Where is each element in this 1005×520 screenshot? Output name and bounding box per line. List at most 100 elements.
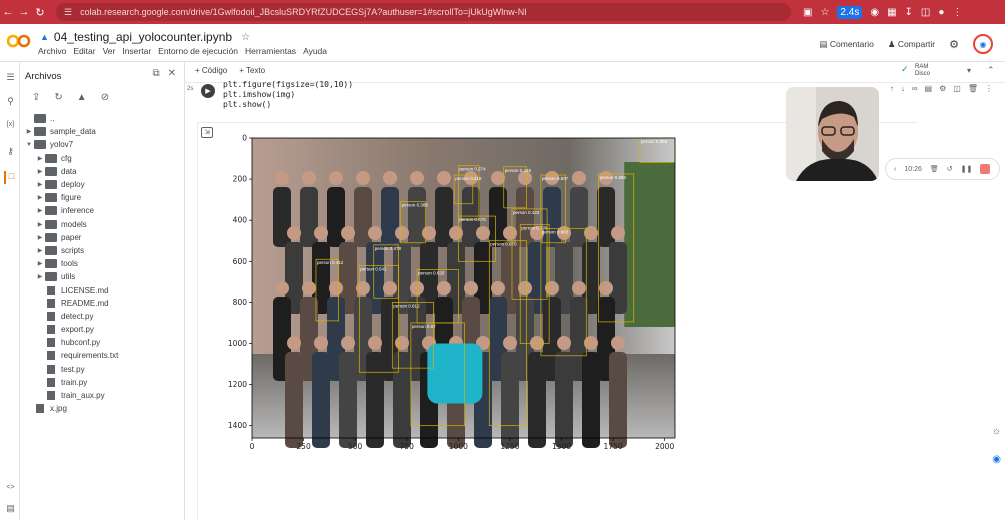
- folder-item[interactable]: ▶ data: [20, 165, 185, 178]
- chevron-right-icon[interactable]: ▶: [35, 194, 45, 201]
- photo-person-head: [476, 226, 490, 240]
- more-cell-icon[interactable]: ⋮: [985, 84, 993, 93]
- bookmark-star-icon[interactable]: ☆: [820, 7, 829, 18]
- variables-icon[interactable]: {x}: [4, 121, 17, 134]
- cell-settings-icon[interactable]: ⚙: [939, 84, 946, 93]
- mount-drive-icon[interactable]: ▲: [77, 92, 87, 103]
- site-settings-icon[interactable]: ☰: [64, 7, 72, 18]
- file-item[interactable]: requirements.txt: [20, 349, 185, 362]
- notebook-title[interactable]: 04_testing_api_yolocounter.ipynb: [54, 30, 232, 44]
- sidepanel-icon[interactable]: ◫: [921, 7, 930, 18]
- chevron-down-icon[interactable]: ▼: [24, 142, 34, 148]
- files-folder-icon[interactable]: □: [4, 171, 17, 184]
- folder-item[interactable]: ▶ cfg: [20, 152, 185, 165]
- terminal-icon[interactable]: ▤: [4, 503, 17, 516]
- file-item[interactable]: train.py: [20, 376, 185, 389]
- resource-monitor[interactable]: ✓ RAM Disco: [901, 64, 930, 78]
- comment-cell-icon[interactable]: ▤: [925, 84, 933, 93]
- move-up-icon[interactable]: ↑: [890, 84, 894, 93]
- folder-item[interactable]: ..: [20, 112, 185, 125]
- chevron-right-icon[interactable]: ▶: [35, 273, 45, 280]
- link-icon[interactable]: ∞: [912, 84, 918, 93]
- output-actions-icon[interactable]: ⇲: [201, 127, 213, 138]
- settings-gear-icon[interactable]: ⚙: [949, 38, 959, 51]
- cast-icon[interactable]: ▣: [803, 7, 812, 18]
- menu-ver[interactable]: Ver: [103, 46, 116, 56]
- folder-item[interactable]: ▶ models: [20, 218, 185, 231]
- extension-badge[interactable]: 2.4s: [837, 5, 863, 19]
- add-code-button[interactable]: + Código: [195, 66, 227, 75]
- file-item[interactable]: LICENSE.md: [20, 283, 185, 296]
- restart-icon[interactable]: ↺: [947, 165, 953, 173]
- chevron-right-icon[interactable]: ▶: [35, 221, 45, 228]
- chevron-right-icon[interactable]: ▶: [24, 128, 34, 135]
- folder-item[interactable]: ▶ scripts: [20, 244, 185, 257]
- collapse-icon[interactable]: ⌃: [987, 65, 995, 76]
- chevron-right-icon[interactable]: ▶: [35, 155, 45, 162]
- file-item[interactable]: train_aux.py: [20, 389, 185, 402]
- folder-item[interactable]: ▶ sample_data: [20, 125, 185, 138]
- trash-icon[interactable]: 🗑: [930, 165, 939, 173]
- translate-icon[interactable]: ☼: [992, 426, 1001, 437]
- folder-item[interactable]: ▶ utils: [20, 270, 185, 283]
- extensions-icon[interactable]: ▦: [887, 7, 896, 18]
- chevron-right-icon[interactable]: ▶: [35, 260, 45, 267]
- menu-editar[interactable]: Editar: [73, 46, 95, 56]
- runtime-dropdown-icon[interactable]: ▾: [967, 66, 971, 75]
- menu-entorno[interactable]: Entorno de ejecución: [158, 46, 238, 56]
- chevron-right-icon[interactable]: ▶: [35, 168, 45, 175]
- assistant-icon[interactable]: ◉: [992, 454, 1001, 465]
- open-in-tab-icon[interactable]: ⧉: [152, 68, 159, 79]
- add-text-button[interactable]: + Texto: [239, 66, 265, 75]
- folder-item[interactable]: ▶ tools: [20, 257, 185, 270]
- chevron-right-icon[interactable]: ▶: [35, 207, 45, 214]
- delete-cell-icon[interactable]: 🗑: [968, 84, 978, 93]
- toc-icon[interactable]: ☰: [4, 72, 17, 85]
- mirror-cell-icon[interactable]: ◫: [953, 84, 961, 93]
- menu-insertar[interactable]: Insertar: [122, 46, 151, 56]
- file-item[interactable]: export.py: [20, 323, 185, 336]
- download-icon[interactable]: ↧: [905, 7, 913, 18]
- code-snippets-icon[interactable]: <>: [4, 484, 17, 497]
- folder-item[interactable]: ▶ paper: [20, 231, 185, 244]
- search-icon[interactable]: ⚲: [4, 96, 17, 109]
- stop-record-icon[interactable]: [980, 164, 991, 174]
- folder-item[interactable]: ▶ deploy: [20, 178, 185, 191]
- menu-icon[interactable]: ⋮: [952, 7, 962, 18]
- chevron-right-icon[interactable]: ▶: [35, 181, 45, 188]
- record-extension-icon[interactable]: ◉: [870, 7, 879, 18]
- back-icon[interactable]: ←: [0, 6, 16, 18]
- forward-icon[interactable]: →: [16, 6, 32, 18]
- reload-icon[interactable]: ↻: [32, 6, 48, 19]
- run-cell-button[interactable]: ▶: [201, 84, 215, 98]
- comment-button[interactable]: ▤ Comentario: [819, 39, 873, 50]
- file-item[interactable]: hubconf.py: [20, 336, 185, 349]
- share-button[interactable]: ♟ Compartir: [888, 39, 935, 50]
- hide-files-icon[interactable]: ⊘: [101, 92, 109, 103]
- file-item[interactable]: README.md: [20, 297, 185, 310]
- menu-ayuda[interactable]: Ayuda: [303, 46, 327, 56]
- folder-item[interactable]: ▶ figure: [20, 191, 185, 204]
- pause-icon[interactable]: ❚❚: [961, 165, 973, 173]
- chevron-left-icon[interactable]: ‹: [894, 166, 896, 173]
- move-down-icon[interactable]: ↓: [901, 84, 905, 93]
- folder-item[interactable]: ▼ yolov7: [20, 138, 185, 151]
- menu-herramientas[interactable]: Herramientas: [245, 46, 296, 56]
- close-panel-icon[interactable]: ✕: [168, 68, 176, 79]
- chevron-right-icon[interactable]: ▶: [35, 247, 45, 254]
- refresh-folder-icon[interactable]: ↻: [54, 92, 62, 103]
- profile-icon[interactable]: ●: [938, 7, 944, 18]
- chevron-right-icon[interactable]: ▶: [35, 234, 45, 241]
- secrets-key-icon[interactable]: ⚷: [4, 146, 17, 159]
- file-item[interactable]: detect.py: [20, 310, 185, 323]
- folder-item[interactable]: ▶ inference: [20, 204, 185, 217]
- file-item[interactable]: x.jpg: [20, 402, 185, 415]
- upload-file-icon[interactable]: ⇪: [32, 92, 40, 103]
- address-bar[interactable]: ☰ colab.research.google.com/drive/1Gwlfo…: [56, 3, 791, 21]
- tree-item-label: export.py: [61, 325, 94, 335]
- avatar[interactable]: ◉: [973, 34, 993, 54]
- file-item[interactable]: test.py: [20, 363, 185, 376]
- code-editor[interactable]: plt.figure(figsize=(10,10)) plt.imshow(i…: [223, 80, 353, 110]
- menu-archivo[interactable]: Archivo: [38, 46, 66, 56]
- star-icon[interactable]: ☆: [241, 32, 250, 43]
